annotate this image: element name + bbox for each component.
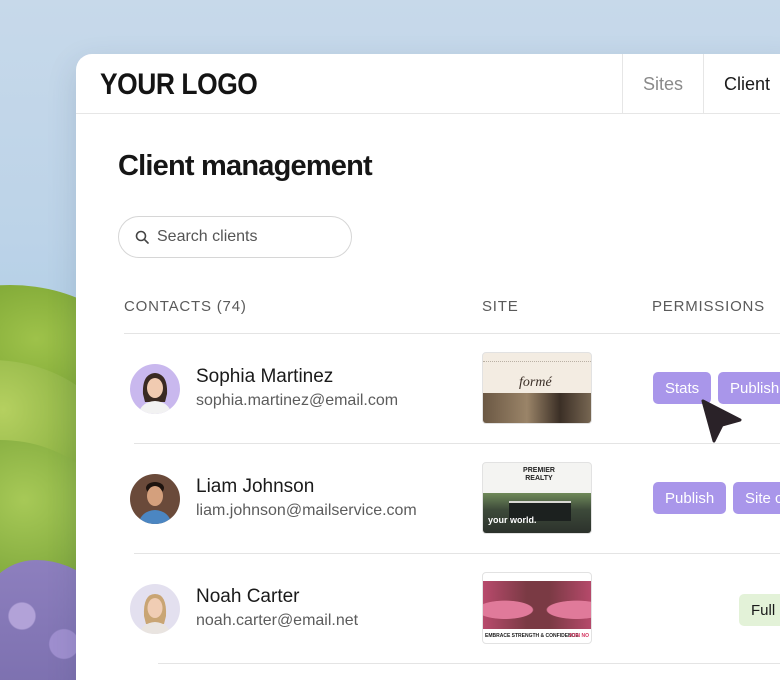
site-thumbnail-tagline: your world.: [488, 515, 537, 525]
site-thumbnail-text: EMBRACE STRENGTH & CONFIDENCE: [485, 633, 579, 639]
app-window: YOUR LOGO Sites Client Client management…: [76, 54, 780, 680]
permission-badge-site-content[interactable]: Site c: [733, 482, 780, 514]
site-thumbnail[interactable]: PREMIER REALTY your world.: [482, 462, 592, 534]
site-thumbnail[interactable]: EMBRACE STRENGTH & CONFIDENCE JOIN NO: [482, 572, 592, 644]
column-header-contacts: CONTACTS (74): [124, 298, 247, 315]
site-thumbnail-text: PREMIER REALTY: [523, 467, 555, 482]
permission-badge-publish[interactable]: Publish: [653, 482, 727, 514]
site-thumbnail[interactable]: formé: [482, 352, 592, 424]
logo[interactable]: YOUR LOGO: [100, 68, 258, 102]
avatar: [130, 364, 180, 414]
avatar: [130, 474, 180, 524]
table-row[interactable]: Sophia Martinez sophia.martinez@email.co…: [76, 334, 780, 444]
tab-sites[interactable]: Sites: [622, 54, 703, 114]
table-row[interactable]: Noah Carter noah.carter@email.net EMBRAC…: [76, 554, 780, 664]
nav-tabs: Sites Client: [622, 54, 780, 114]
row-divider: [158, 663, 780, 664]
column-header-site: SITE: [482, 298, 519, 315]
table-row[interactable]: Liam Johnson liam.johnson@mailservice.co…: [76, 444, 780, 554]
contact-name: Noah Carter: [196, 586, 300, 607]
contact-email: noah.carter@email.net: [196, 612, 359, 629]
contact-name: Liam Johnson: [196, 476, 315, 497]
column-header-permissions: PERMISSIONS: [652, 298, 765, 315]
tab-client[interactable]: Client: [703, 54, 780, 114]
search-icon: [135, 230, 149, 244]
cursor-pointer-icon: [701, 399, 742, 443]
avatar: [130, 584, 180, 634]
contact-email: sophia.martinez@email.com: [196, 392, 399, 409]
contact-name: Sophia Martinez: [196, 366, 334, 387]
contact-email: liam.johnson@mailservice.com: [196, 502, 417, 519]
site-thumbnail-text: formé: [519, 375, 552, 390]
top-bar: YOUR LOGO Sites Client: [76, 54, 780, 114]
permission-badge-full-access[interactable]: Full e: [739, 594, 780, 626]
search-input[interactable]: [157, 228, 327, 246]
site-thumbnail-cta: JOIN NO: [568, 633, 589, 639]
page-title: Client management: [118, 150, 373, 182]
search-box[interactable]: [118, 216, 352, 258]
